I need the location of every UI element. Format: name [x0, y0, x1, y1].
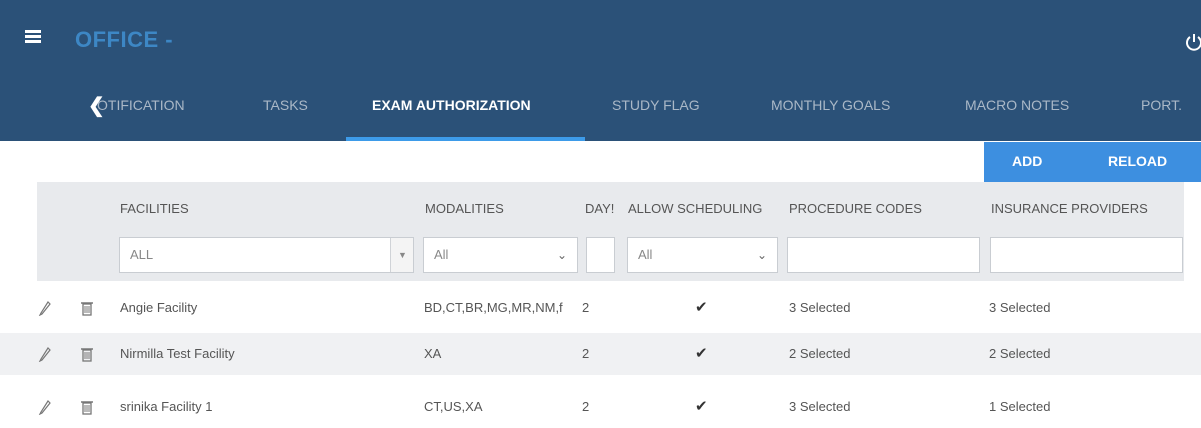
procedure-codes-cell: 3 Selected [789, 399, 851, 414]
chevron-down-icon: ⌄ [556, 248, 567, 262]
facility-cell: Angie Facility [120, 300, 198, 315]
tab-notification[interactable]: OTIFICATION [97, 72, 185, 141]
tab-tasks[interactable]: TASKS [263, 72, 308, 141]
chevron-left-icon[interactable]: ❮ [88, 93, 105, 118]
checkmark-icon: ✔ [695, 398, 708, 415]
tab-exam-authorization[interactable]: EXAM AUTHORIZATION [372, 72, 531, 141]
insurance-providers-filter[interactable] [990, 237, 1183, 273]
facility-cell: Nirmilla Test Facility [120, 346, 235, 361]
insurance-providers-cell: 3 Selected [989, 300, 1051, 315]
procedure-codes-cell: 2 Selected [789, 346, 851, 361]
column-header-procedure-codes[interactable]: PROCEDURE CODES [789, 201, 922, 216]
modalities-cell: XA [424, 346, 442, 361]
pencil-icon[interactable] [38, 300, 52, 316]
modalities-cell: CT,US,XA [424, 399, 483, 414]
allow-scheduling-filter[interactable]: All ⌄ [627, 237, 778, 273]
tab-monthly-goals[interactable]: MONTHLY GOALS [771, 72, 890, 141]
table-row: Nirmilla Test Facility XA 2 ✔ 2 Selected… [0, 333, 1201, 375]
active-tab-indicator [346, 137, 585, 141]
app-title: OFFICE - [75, 27, 174, 52]
tab-macro-notes[interactable]: MACRO NOTES [965, 72, 1069, 141]
combo-dropdown-button[interactable]: ▼ [390, 238, 413, 272]
insurance-providers-cell: 2 Selected [989, 346, 1051, 361]
pencil-icon[interactable] [38, 399, 52, 415]
power-icon[interactable] [1184, 32, 1201, 52]
facilities-filter-value: ALL [130, 247, 154, 262]
trash-icon[interactable] [80, 300, 94, 316]
caret-down-icon: ▼ [398, 250, 407, 260]
table-row: Angie Facility BD,CT,BR,MG,MR,NM,f 2 ✔ 3… [0, 287, 1201, 329]
trash-icon[interactable] [80, 346, 94, 362]
column-header-facilities[interactable]: FACILITIES [120, 201, 189, 216]
hamburger-icon[interactable] [25, 30, 41, 43]
tab-port[interactable]: PORT. [1141, 72, 1182, 141]
days-cell: 2 [582, 300, 590, 315]
facility-cell: srinika Facility 1 [120, 399, 213, 414]
column-header-allow-scheduling[interactable]: ALLOW SCHEDULING [628, 201, 762, 216]
add-button[interactable]: ADD [1012, 142, 1042, 182]
reload-button[interactable]: RELOAD [1108, 142, 1167, 182]
tab-study-flag[interactable]: STUDY FLAG [612, 72, 700, 141]
checkmark-icon: ✔ [695, 299, 708, 316]
modalities-filter-value: All [434, 247, 449, 262]
modalities-cell: BD,CT,BR,MG,MR,NM,f [424, 300, 563, 315]
tab-bar: OTIFICATION TASKS EXAM AUTHORIZATION STU… [0, 72, 1201, 141]
column-header-insurance-providers[interactable]: INSURANCE PROVIDERS [991, 201, 1148, 216]
table-row: srinika Facility 1 CT,US,XA 2 ✔ 3 Select… [0, 386, 1201, 428]
action-bar: ADD RELOAD [984, 142, 1201, 182]
modalities-filter[interactable]: All ⌄ [423, 237, 578, 273]
column-header-modalities[interactable]: MODALITIES [425, 201, 504, 216]
procedure-codes-filter[interactable] [787, 237, 980, 273]
top-bar: OFFICE - [0, 0, 1201, 72]
checkmark-icon: ✔ [695, 345, 708, 362]
pencil-icon[interactable] [38, 346, 52, 362]
column-header-days[interactable]: DAY! [585, 201, 625, 216]
procedure-codes-cell: 3 Selected [789, 300, 851, 315]
facilities-filter[interactable]: ALL ▼ [119, 237, 414, 273]
allow-scheduling-filter-value: All [638, 247, 653, 262]
insurance-providers-cell: 1 Selected [989, 399, 1051, 414]
chevron-down-icon: ⌄ [756, 248, 767, 262]
days-filter[interactable] [586, 237, 615, 273]
trash-icon[interactable] [80, 399, 94, 415]
days-cell: 2 [582, 399, 590, 414]
days-cell: 2 [582, 346, 590, 361]
